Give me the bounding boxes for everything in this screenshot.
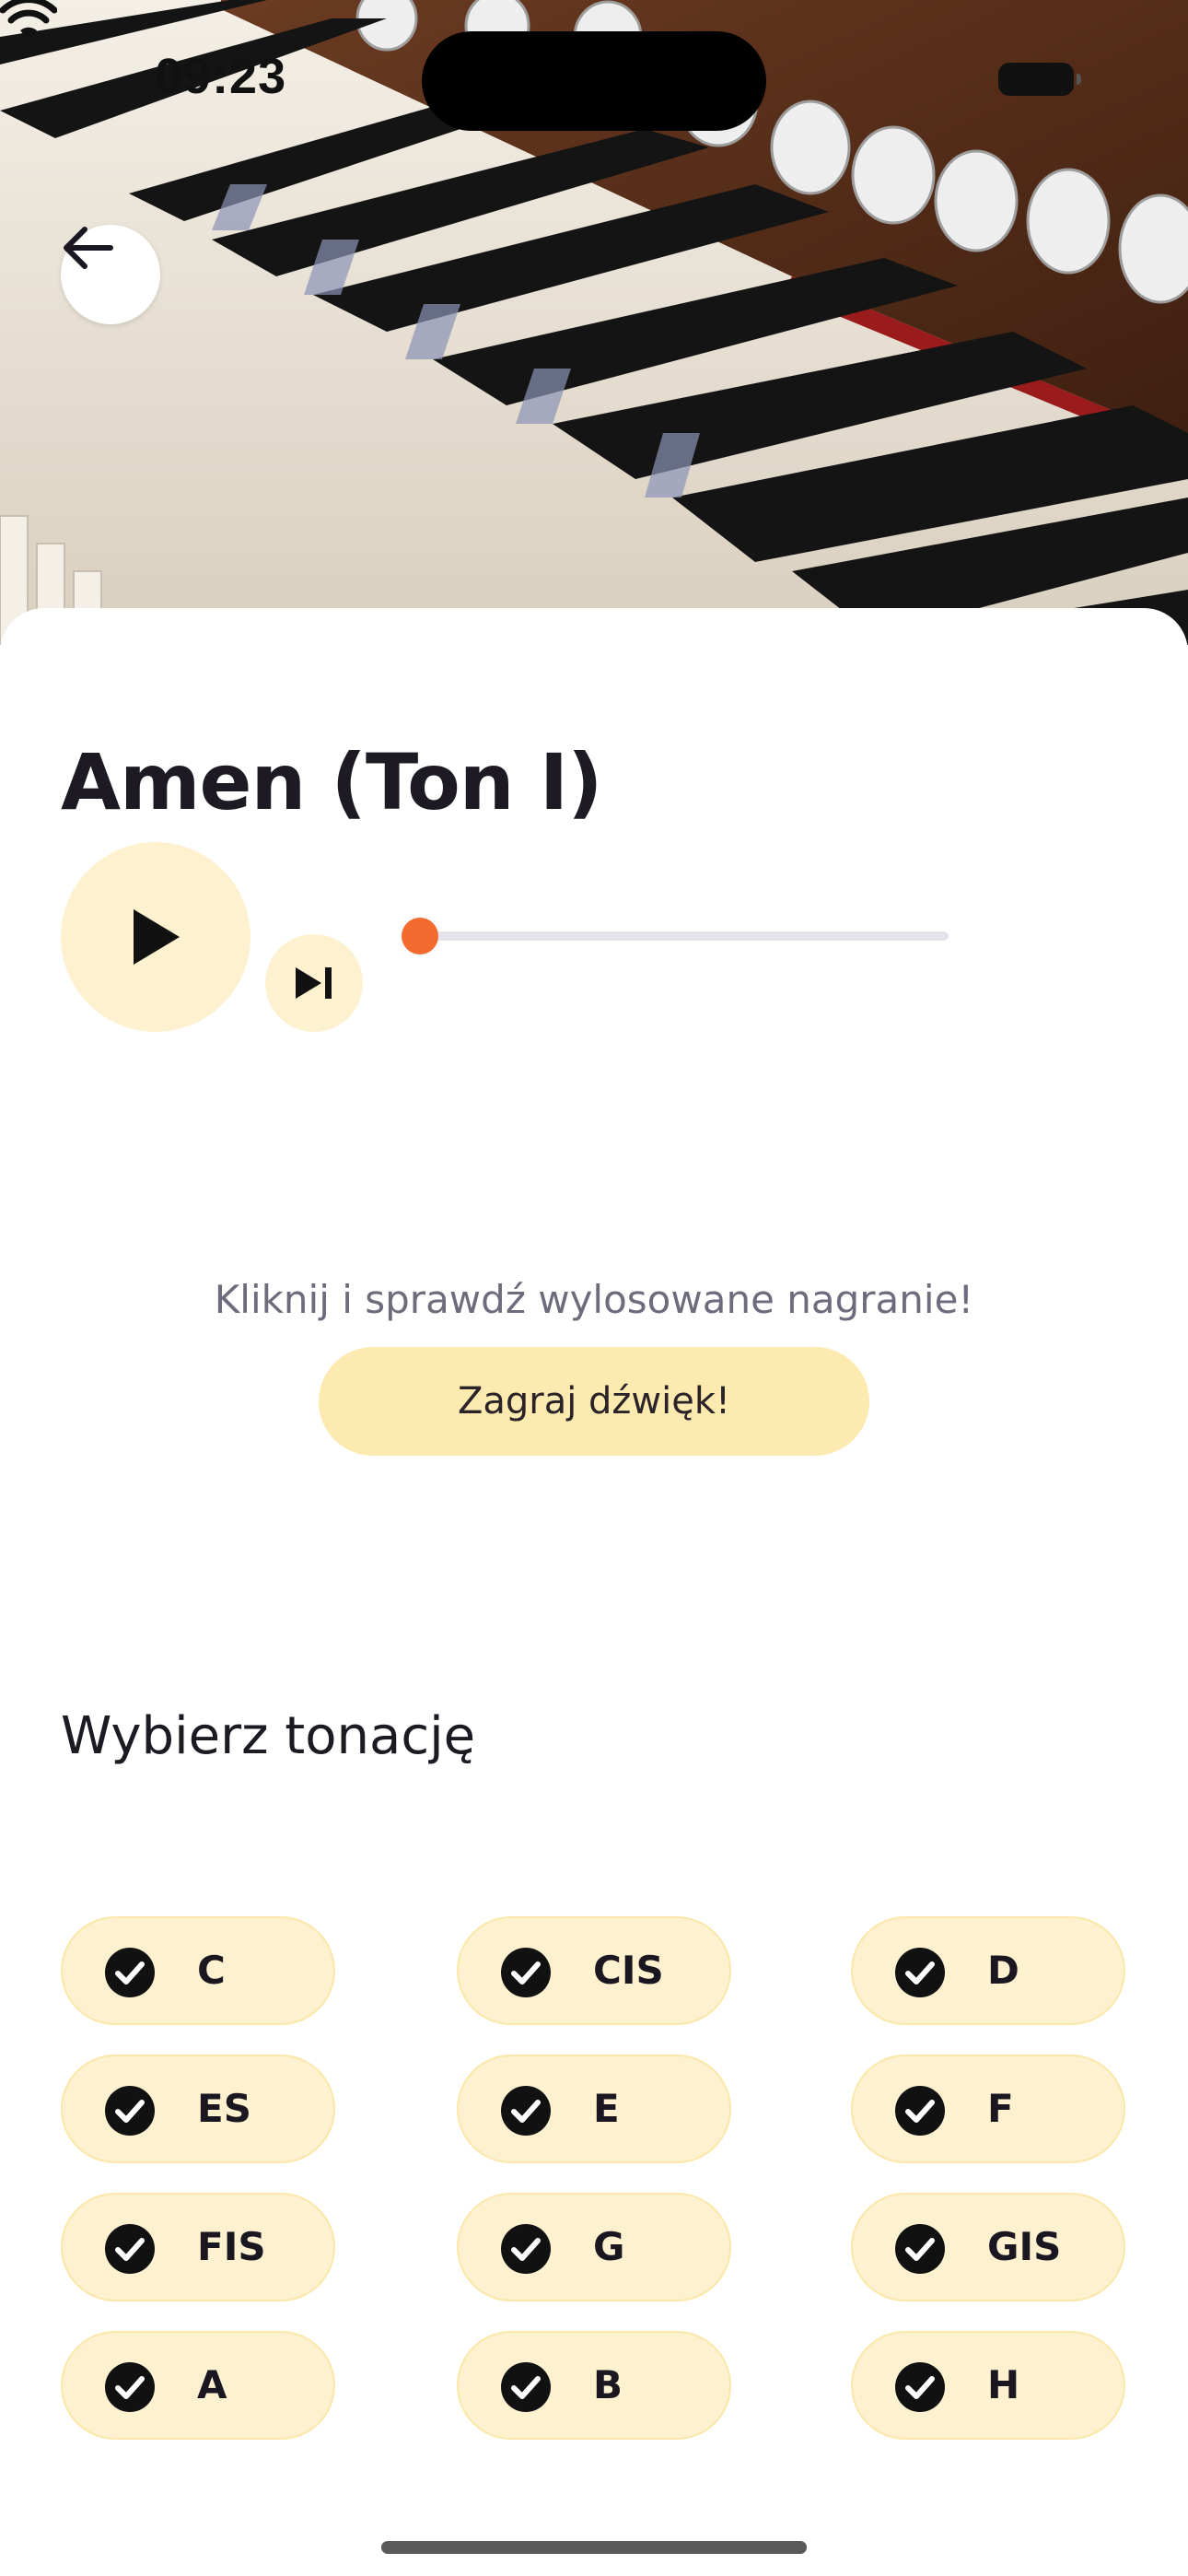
check-circle-icon [501, 2224, 551, 2274]
header-image: 09:23 [0, 0, 1188, 645]
check-circle-icon [895, 2224, 945, 2274]
check-circle-icon [895, 1948, 945, 1997]
key-chip[interactable]: B [457, 2331, 731, 2440]
key-chip-label: H [987, 2362, 1020, 2407]
key-chip[interactable]: FIS [61, 2193, 335, 2301]
check-circle-icon [105, 2362, 155, 2412]
check-circle-icon [895, 2362, 945, 2412]
progress-slider[interactable] [402, 918, 949, 954]
hint-text: Kliknij i sprawdź wylosowane nagranie! [214, 1277, 974, 1322]
play-icon [134, 909, 180, 965]
key-chip[interactable]: D [851, 1916, 1125, 2025]
play-button[interactable] [61, 842, 250, 1032]
key-chip[interactable]: GIS [851, 2193, 1125, 2301]
page-title: Amen (Ton I) [61, 737, 602, 827]
check-circle-icon [501, 2362, 551, 2412]
check-circle-icon [105, 2086, 155, 2136]
key-chip[interactable]: ES [61, 2055, 335, 2163]
play-sound-button[interactable]: Zagraj dźwięk! [319, 1347, 869, 1456]
key-chip-label: FIS [197, 2224, 266, 2269]
check-circle-icon [105, 1948, 155, 1997]
progress-thumb[interactable] [402, 918, 438, 954]
key-chip-label: CIS [593, 1948, 664, 1993]
check-circle-icon [105, 2224, 155, 2274]
key-chip[interactable]: F [851, 2055, 1125, 2163]
key-chip[interactable]: E [457, 2055, 731, 2163]
check-circle-icon [501, 1948, 551, 1997]
key-chip-label: B [593, 2362, 623, 2407]
skip-next-icon [296, 967, 332, 999]
skip-next-button[interactable] [265, 934, 363, 1032]
key-chip[interactable]: G [457, 2193, 731, 2301]
key-chip-label: C [197, 1948, 226, 1993]
check-circle-icon [501, 2086, 551, 2136]
status-time: 09:23 [155, 49, 287, 104]
battery-icon [998, 63, 1081, 96]
key-chip[interactable]: CIS [457, 1916, 731, 2025]
key-chip-label: G [593, 2224, 625, 2269]
check-circle-icon [895, 2086, 945, 2136]
key-chip[interactable]: C [61, 1916, 335, 2025]
key-chip-label: D [987, 1948, 1019, 1993]
home-indicator [381, 2541, 807, 2554]
key-chip-label: E [593, 2086, 620, 2131]
back-button[interactable] [61, 225, 160, 324]
arrow-left-icon [64, 227, 113, 269]
key-chip-label: A [197, 2362, 227, 2407]
key-chip-label: ES [197, 2086, 251, 2131]
key-chip-label: F [987, 2086, 1014, 2131]
wifi-icon [0, 0, 57, 41]
key-section-title: Wybierz tonację [61, 1706, 476, 1766]
key-chip[interactable]: A [61, 2331, 335, 2440]
dynamic-island [422, 31, 766, 131]
key-chip-label: GIS [987, 2224, 1062, 2269]
key-chip[interactable]: H [851, 2331, 1125, 2440]
